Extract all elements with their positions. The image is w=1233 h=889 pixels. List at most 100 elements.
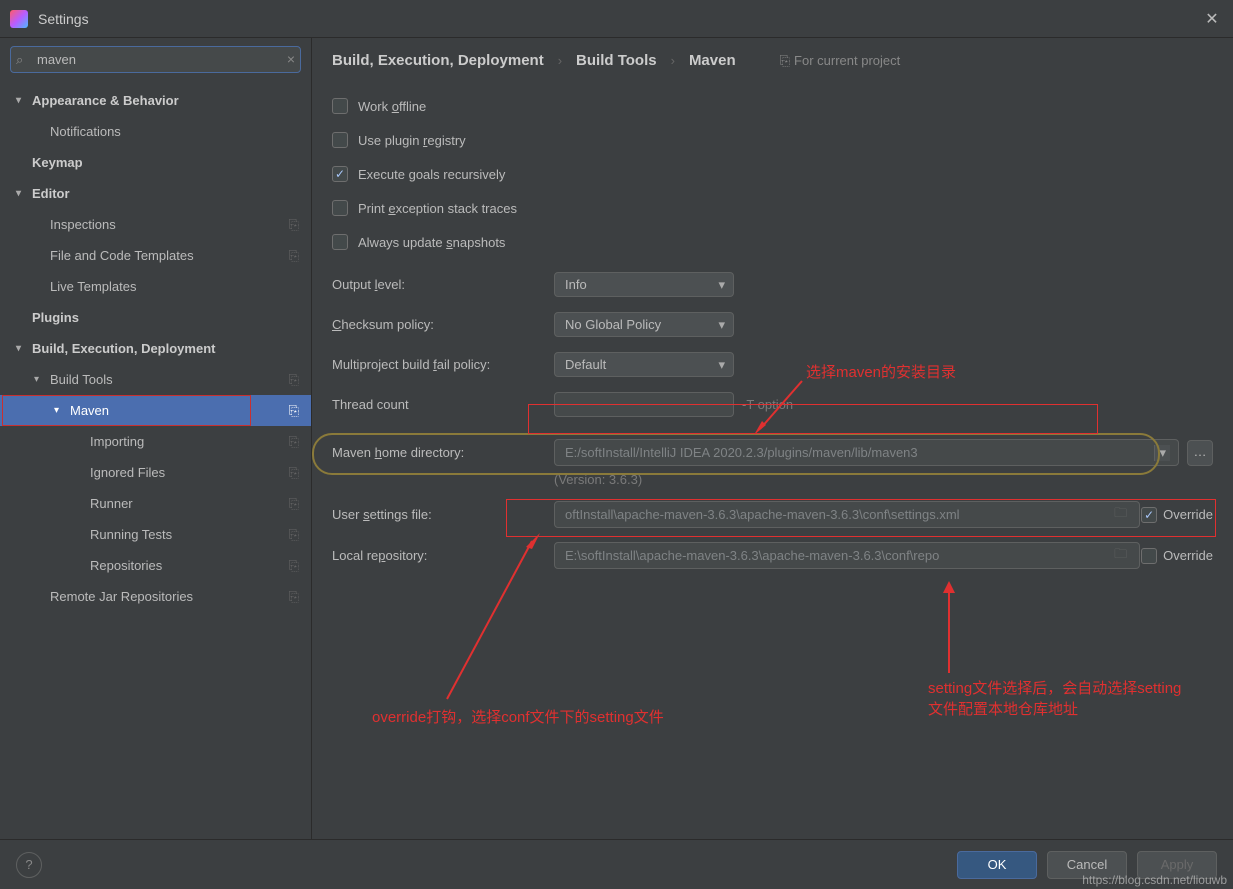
chevron-icon: ▾ xyxy=(54,405,70,416)
titlebar: Settings ✕ xyxy=(0,0,1233,38)
annotation-2: override打钩，选择conf文件下的setting文件 xyxy=(372,706,664,727)
tree-item-label: Ignored Files xyxy=(90,465,289,480)
tree-item-build-execution-deployment[interactable]: ▾Build, Execution, Deployment xyxy=(0,333,311,364)
tree-item-repositories[interactable]: Repositories⎘ xyxy=(0,550,311,581)
checkbox-work-offline[interactable] xyxy=(332,98,348,114)
label-plugin-registry[interactable]: Use plugin registry xyxy=(358,133,466,148)
label-checksum: Checksum policy: xyxy=(332,317,554,332)
thread-hint: -T option xyxy=(742,397,793,412)
chevron-right-icon: › xyxy=(558,53,562,68)
label-always-update[interactable]: Always update snapshots xyxy=(358,235,505,250)
breadcrumb-c: Maven xyxy=(689,52,736,69)
tree-item-label: Keymap xyxy=(32,155,311,170)
label-local-repo: Local repository: xyxy=(332,548,554,563)
checkbox-plugin-registry[interactable] xyxy=(332,132,348,148)
tree-item-plugins[interactable]: Plugins xyxy=(0,302,311,333)
label-fail-policy: Multiproject build fail policy: xyxy=(332,357,554,372)
copy-icon: ⎘ xyxy=(780,53,790,68)
label-override-settings[interactable]: Override xyxy=(1163,507,1213,522)
label-exec-recursive[interactable]: Execute goals recursively xyxy=(358,167,505,182)
tree-item-label: Remote Jar Repositories xyxy=(50,589,289,604)
label-work-offline[interactable]: Work offline xyxy=(358,99,426,114)
scope-icon: ⎘ xyxy=(289,589,311,605)
scope-icon: ⎘ xyxy=(289,403,311,419)
tree-item-label: Build Tools xyxy=(50,372,289,387)
search-input-wrap: ⌕ × xyxy=(10,46,301,73)
tree-item-label: Running Tests xyxy=(90,527,289,542)
tree-item-label: Notifications xyxy=(50,124,311,139)
breadcrumb-b[interactable]: Build Tools xyxy=(576,52,657,69)
folder-icon[interactable]: 🗀 xyxy=(1114,504,1127,526)
scope-icon: ⎘ xyxy=(289,558,311,574)
app-icon xyxy=(10,10,28,28)
folder-icon[interactable]: 🗀 xyxy=(1114,545,1127,567)
tree-item-label: Editor xyxy=(32,186,311,201)
close-icon[interactable]: ✕ xyxy=(1201,9,1223,29)
project-scope: ⎘For current project xyxy=(780,53,901,69)
tree-item-editor[interactable]: ▾Editor xyxy=(0,178,311,209)
footer: ? OK Cancel Apply xyxy=(0,839,1233,889)
label-print-exception[interactable]: Print exception stack traces xyxy=(358,201,517,216)
arrow-3 xyxy=(934,581,964,681)
label-maven-home: Maven home directory: xyxy=(332,445,554,460)
browse-home-button[interactable]: … xyxy=(1187,440,1213,466)
label-override-repo[interactable]: Override xyxy=(1163,548,1213,563)
help-button[interactable]: ? xyxy=(16,852,42,878)
tree-item-inspections[interactable]: Inspections⎘ xyxy=(0,209,311,240)
tree-item-importing[interactable]: Importing⎘ xyxy=(0,426,311,457)
chevron-icon: ▾ xyxy=(34,374,50,385)
tree-item-appearance-behavior[interactable]: ▾Appearance & Behavior xyxy=(0,85,311,116)
breadcrumb-a[interactable]: Build, Execution, Deployment xyxy=(332,52,544,69)
scope-icon: ⎘ xyxy=(289,527,311,543)
tree-item-live-templates[interactable]: Live Templates xyxy=(0,271,311,302)
tree-item-runner[interactable]: Runner⎘ xyxy=(0,488,311,519)
select-output-level[interactable]: Info xyxy=(554,272,734,297)
checkbox-exec-recursive[interactable] xyxy=(332,166,348,182)
annotation-3: setting文件选择后，会自动选择setting文件配置本地仓库地址 xyxy=(928,677,1188,719)
scope-icon: ⎘ xyxy=(289,434,311,450)
scope-icon: ⎘ xyxy=(289,372,311,388)
scope-icon: ⎘ xyxy=(289,217,311,233)
content-panel: Build, Execution, Deployment › Build Too… xyxy=(312,38,1233,839)
scope-icon: ⎘ xyxy=(289,248,311,264)
select-checksum[interactable]: No Global Policy xyxy=(554,312,734,337)
tree-item-notifications[interactable]: Notifications xyxy=(0,116,311,147)
clear-icon[interactable]: × xyxy=(287,51,295,67)
tree-item-ignored-files[interactable]: Ignored Files⎘ xyxy=(0,457,311,488)
label-user-settings: User settings file: xyxy=(332,507,554,522)
chevron-right-icon: › xyxy=(671,53,675,68)
tree-item-remote-jar-repositories[interactable]: Remote Jar Repositories⎘ xyxy=(0,581,311,612)
breadcrumb: Build, Execution, Deployment › Build Too… xyxy=(312,38,1233,81)
input-thread-count[interactable] xyxy=(554,392,734,417)
search-input[interactable] xyxy=(10,46,301,73)
tree-item-maven[interactable]: ▾Maven⎘ xyxy=(0,395,311,426)
input-local-repo[interactable]: E:\softInstall\apache-maven-3.6.3\apache… xyxy=(554,542,1140,569)
search-icon: ⌕ xyxy=(16,52,23,68)
maven-version: (Version: 3.6.3) xyxy=(554,472,1213,487)
tree-item-label: Appearance & Behavior xyxy=(32,93,311,108)
watermark: https://blog.csdn.net/liouwb xyxy=(1082,873,1227,887)
chevron-icon: ▾ xyxy=(16,343,32,354)
tree-item-label: Live Templates xyxy=(50,279,311,294)
select-fail-policy[interactable]: Default xyxy=(554,352,734,377)
tree-item-label: Build, Execution, Deployment xyxy=(32,341,311,356)
tree-item-file-and-code-templates[interactable]: File and Code Templates⎘ xyxy=(0,240,311,271)
scope-icon: ⎘ xyxy=(289,496,311,512)
label-output-level: Output level: xyxy=(332,277,554,292)
settings-tree: ▾Appearance & BehaviorNotificationsKeyma… xyxy=(0,81,311,839)
tree-item-build-tools[interactable]: ▾Build Tools⎘ xyxy=(0,364,311,395)
tree-item-running-tests[interactable]: Running Tests⎘ xyxy=(0,519,311,550)
checkbox-override-repo[interactable] xyxy=(1141,548,1157,564)
tree-item-label: Plugins xyxy=(32,310,311,325)
input-user-settings[interactable]: oftInstall\apache-maven-3.6.3\apache-mav… xyxy=(554,501,1140,528)
checkbox-override-settings[interactable] xyxy=(1141,507,1157,523)
tree-item-label: File and Code Templates xyxy=(50,248,289,263)
ok-button[interactable]: OK xyxy=(957,851,1037,879)
tree-item-label: Repositories xyxy=(90,558,289,573)
checkbox-print-exception[interactable] xyxy=(332,200,348,216)
chevron-icon: ▾ xyxy=(16,95,32,106)
chevron-icon: ▾ xyxy=(16,188,32,199)
tree-item-keymap[interactable]: Keymap xyxy=(0,147,311,178)
input-maven-home[interactable]: E:/softInstall/IntelliJ IDEA 2020.2.3/pl… xyxy=(554,439,1179,466)
checkbox-always-update[interactable] xyxy=(332,234,348,250)
